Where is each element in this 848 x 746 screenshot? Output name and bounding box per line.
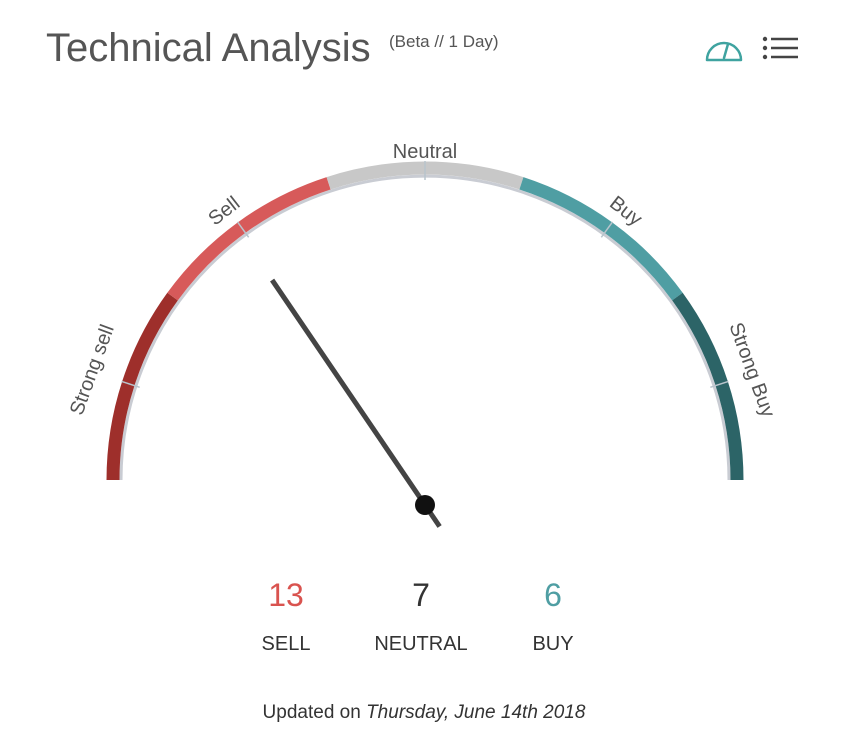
widget-header: Technical Analysis (Beta // 1 Day): [46, 26, 806, 82]
sell-counter: 13 SELL: [226, 575, 346, 659]
sell-label: SELL: [261, 633, 311, 655]
sell-count: 13: [268, 577, 304, 613]
neutral-label: NEUTRAL: [374, 633, 468, 655]
neutral-count: 7: [412, 577, 430, 613]
updated-prefix: Updated on: [262, 702, 361, 723]
technical-gauge: Neutral Sell Buy Strong sell Strong Buy: [0, 120, 848, 540]
gauge-label-strong-sell: Strong sell: [66, 322, 119, 418]
gauge-needle: [270, 278, 442, 528]
speedometer-icon[interactable]: [703, 30, 745, 66]
updated-timestamp: Updated on Thursday, June 14th 2018: [0, 702, 848, 724]
updated-date: Thursday, June 14th 2018: [366, 702, 586, 723]
buy-counter: 6 BUY: [493, 575, 613, 659]
page-subtitle: (Beta // 1 Day): [389, 32, 499, 51]
gauge-label-neutral: Neutral: [393, 141, 457, 163]
neutral-counter: 7 NEUTRAL: [361, 575, 481, 659]
gauge-svg: Neutral Sell Buy Strong sell Strong Buy: [66, 141, 779, 528]
page-title: Technical Analysis: [46, 26, 371, 70]
buy-label: BUY: [532, 633, 574, 655]
signal-summary: 13 SELL 7 NEUTRAL 6 BUY: [0, 575, 848, 675]
buy-count: 6: [544, 577, 562, 613]
gauge-needle-hub: [415, 495, 435, 515]
list-icon[interactable]: [759, 30, 801, 66]
